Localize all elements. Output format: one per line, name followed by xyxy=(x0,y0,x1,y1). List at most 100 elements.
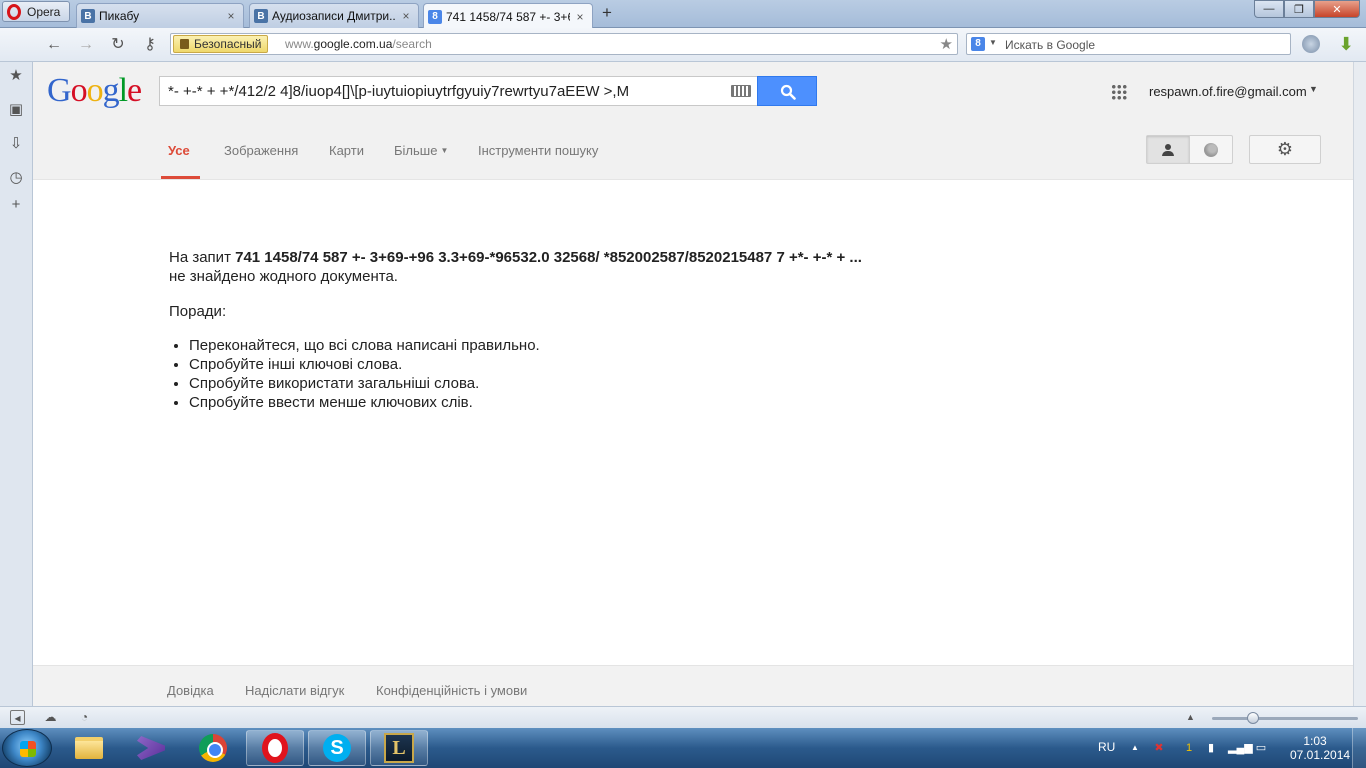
notes-icon[interactable]: ▣ xyxy=(7,101,25,119)
personal-results-button[interactable] xyxy=(1147,136,1190,163)
web-page: Google *- +-* + +*/412/2 4]8/iuop4[]\[p-… xyxy=(33,62,1353,706)
window-controls: — ❐ ✕ xyxy=(1254,0,1360,18)
tab-more[interactable]: Більше ▼ xyxy=(394,143,448,158)
start-button[interactable] xyxy=(2,729,52,767)
tab-more-label: Більше xyxy=(394,143,438,158)
language-indicator[interactable]: RU xyxy=(1098,740,1115,754)
vertical-scrollbar[interactable] xyxy=(1353,62,1366,706)
reload-icon[interactable]: ↻ xyxy=(108,35,128,55)
chevron-up-icon[interactable]: ▲ xyxy=(1183,710,1198,725)
personal-results-toggle[interactable] xyxy=(1146,135,1233,164)
taskbar-opera[interactable] xyxy=(246,730,304,766)
forward-arrow-icon[interactable]: → xyxy=(76,35,96,55)
logo-letter: e xyxy=(127,72,142,109)
tab-maps[interactable]: Карти xyxy=(329,143,364,158)
signal-icon[interactable]: ▂▄▆ xyxy=(1228,741,1253,755)
chevron-down-icon: ▼ xyxy=(440,146,449,155)
no-results-text: На запит 741 1458/74 587 +- 3+69-+96 3.3… xyxy=(169,248,869,286)
download-icon[interactable]: ⬇ xyxy=(1336,34,1356,54)
key-icon[interactable]: ⚷ xyxy=(140,35,160,55)
star-icon[interactable]: ★ xyxy=(7,67,25,85)
league-of-legends-icon: L xyxy=(384,733,414,763)
taskbar-chrome[interactable] xyxy=(184,730,242,766)
tray-expand-icon[interactable]: ▲ xyxy=(1128,741,1142,755)
back-arrow-icon[interactable]: ← xyxy=(44,35,64,55)
folder-icon xyxy=(75,737,103,759)
maximize-button[interactable]: ❐ xyxy=(1284,0,1314,18)
tab-audio[interactable]: В Аудиозаписи Дмитри... × xyxy=(249,3,419,28)
bookmark-star-icon[interactable]: ★ xyxy=(940,35,953,53)
keyboard-icon[interactable] xyxy=(731,85,751,97)
close-window-button[interactable]: ✕ xyxy=(1314,0,1360,18)
browser-search-field[interactable]: 8 ▼ Искать в Google xyxy=(966,33,1291,55)
address-field[interactable]: Безопасный www.google.com.ua/search ★ xyxy=(170,33,958,55)
show-desktop-button[interactable] xyxy=(1352,728,1366,768)
help-link[interactable]: Довідка xyxy=(167,683,214,698)
chevron-down-icon[interactable]: ▼ xyxy=(989,38,997,47)
power-icon[interactable]: ▭ xyxy=(1254,741,1268,755)
history-icon[interactable]: ◷ xyxy=(7,169,25,187)
opera-logo-icon xyxy=(7,3,21,20)
security-label: Безопасный xyxy=(194,37,262,51)
tab-close-icon[interactable]: × xyxy=(574,10,586,24)
list-item: Переконайтеся, що всі слова написані пра… xyxy=(189,336,869,355)
system-clock[interactable]: 1:03 07.01.2014 xyxy=(1290,734,1350,762)
skype-tray-badge[interactable]: 1 xyxy=(1182,741,1196,755)
cloud-icon[interactable]: ☁ xyxy=(43,710,58,725)
turbo-globe-icon[interactable] xyxy=(1302,35,1320,53)
google-favicon-icon: 8 xyxy=(428,9,442,24)
tab-strip: Opera В Пикабу × В Аудиозаписи Дмитри...… xyxy=(0,0,1366,29)
url-domain: google.com.ua xyxy=(313,37,393,51)
tab-search-tools[interactable]: Інструменти пошуку xyxy=(478,143,598,158)
skype-icon: S xyxy=(323,734,351,762)
list-item: Спробуйте використати загальніші слова. xyxy=(189,374,869,393)
search-input[interactable]: *- +-* + +*/412/2 4]8/iuop4[]\[p-iuytuio… xyxy=(159,76,757,106)
tab-close-icon[interactable]: × xyxy=(225,9,237,23)
tab-all[interactable]: Усе xyxy=(168,143,190,158)
person-icon xyxy=(1162,143,1174,156)
global-results-button[interactable] xyxy=(1190,136,1232,163)
feedback-link[interactable]: Надіслати відгук xyxy=(245,683,344,698)
panel-toggle-icon[interactable]: ◂ xyxy=(10,710,25,725)
taskbar-explorer[interactable] xyxy=(60,730,118,766)
speed-dial-icon[interactable]: ◔ xyxy=(77,710,92,725)
opera-menu-button[interactable]: Opera xyxy=(2,1,70,22)
no-results-suffix: не знайдено жодного документа. xyxy=(169,268,398,285)
taskbar-skype[interactable]: S xyxy=(308,730,366,766)
tab-google-search[interactable]: 8 741 1458/74 587 +- 3+6... × xyxy=(423,3,593,29)
lock-icon xyxy=(180,39,189,49)
active-tab-indicator xyxy=(161,176,200,179)
taskbar-visual-studio[interactable] xyxy=(122,730,180,766)
minimize-button[interactable]: — xyxy=(1254,0,1284,18)
downloads-icon[interactable]: ⇩ xyxy=(7,135,25,153)
zoom-slider-track[interactable] xyxy=(1212,717,1358,720)
security-badge[interactable]: Безопасный xyxy=(173,35,269,53)
tab-title: Пикабу xyxy=(99,9,140,23)
address-toolbar: ← → ↻ ⚷ Безопасный www.google.com.ua/sea… xyxy=(0,28,1366,62)
add-panel-icon[interactable]: + xyxy=(7,196,25,214)
volume-icon[interactable]: ▮ xyxy=(1204,741,1218,755)
google-engine-icon[interactable]: 8 xyxy=(971,37,985,51)
tab-pikabu[interactable]: В Пикабу × xyxy=(76,3,244,28)
settings-button[interactable]: ⚙ xyxy=(1249,135,1321,164)
google-logo[interactable]: Google xyxy=(47,72,142,110)
tab-images[interactable]: Зображення xyxy=(224,143,298,158)
chevron-down-icon[interactable]: ▼ xyxy=(1309,84,1318,94)
tips-title: Поради: xyxy=(169,303,227,320)
vk-favicon-icon: В xyxy=(81,9,95,23)
clock-time: 1:03 xyxy=(1303,734,1327,748)
tab-title: Аудиозаписи Дмитри... xyxy=(272,9,396,23)
opera-icon xyxy=(262,733,288,763)
search-button[interactable] xyxy=(757,76,817,106)
zoom-slider-handle[interactable] xyxy=(1247,712,1259,724)
apps-grid-icon[interactable] xyxy=(1111,84,1127,100)
google-header: Google *- +-* + +*/412/2 4]8/iuop4[]\[p-… xyxy=(33,62,1353,120)
visual-studio-icon xyxy=(137,736,165,760)
privacy-link[interactable]: Конфіденційність і умови xyxy=(376,683,527,698)
taskbar-league-of-legends[interactable]: L xyxy=(370,730,428,766)
account-email[interactable]: respawn.of.fire@gmail.com xyxy=(1149,84,1307,99)
network-icon[interactable]: ✖ xyxy=(1152,741,1166,755)
new-tab-button[interactable]: + xyxy=(598,4,616,22)
url-path: /search xyxy=(392,37,432,51)
tab-close-icon[interactable]: × xyxy=(400,9,412,23)
